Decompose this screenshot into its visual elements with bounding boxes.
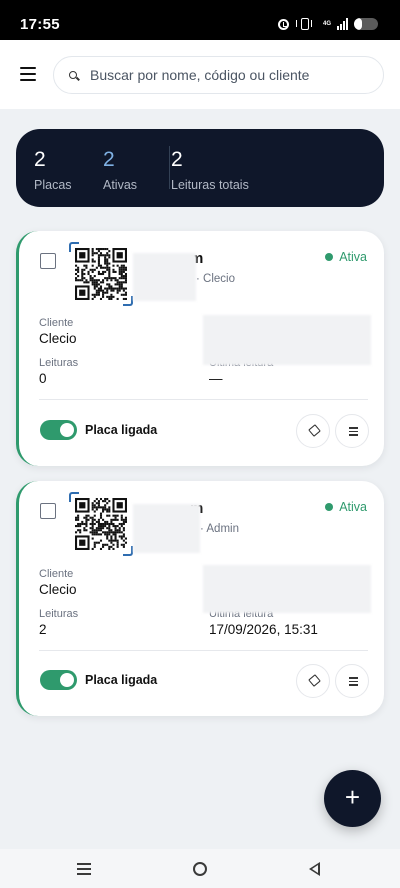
status-time: 17:55 <box>20 16 60 33</box>
menu-icon[interactable] <box>20 67 36 81</box>
edit-button[interactable] <box>296 414 330 448</box>
redacted-area <box>133 253 196 301</box>
signal-icon <box>337 18 348 30</box>
redacted-area <box>203 315 371 365</box>
select-checkbox[interactable] <box>40 503 56 519</box>
stat-ativas: 2 Ativas <box>103 148 137 192</box>
stat-label: Ativas <box>103 178 138 192</box>
qr-code-icon <box>75 248 127 300</box>
plate-owner: · Admin <box>200 523 239 535</box>
status-dot <box>325 253 334 261</box>
select-checkbox[interactable] <box>40 253 56 269</box>
system-nav-bar <box>0 849 400 888</box>
stats-panel: 2 Placas 2 Ativas 2 Leituras totais <box>16 129 384 207</box>
stat-placas: 2 Placas <box>34 148 72 192</box>
toggle-label: Placa ligada <box>85 673 158 687</box>
reads-value: 0 <box>39 371 47 386</box>
status-label: Ativa <box>339 500 367 514</box>
card-divider <box>39 650 368 651</box>
client-value: Clecio <box>39 582 77 597</box>
top-bar <box>0 40 400 109</box>
status-badge: Ativa <box>325 500 367 514</box>
stat-label: Placas <box>34 178 72 192</box>
redacted-area <box>133 504 200 553</box>
alarm-icon <box>277 18 289 30</box>
stat-value: 2 <box>171 148 183 171</box>
vibrate-icon <box>295 18 312 30</box>
add-plate-button[interactable]: + <box>324 770 381 827</box>
battery-icon <box>354 18 378 30</box>
edit-button[interactable] <box>296 664 330 698</box>
stat-label: Leituras totais <box>171 178 249 192</box>
stats-divider <box>169 146 170 189</box>
grid-icon <box>349 427 358 436</box>
network-type: 4G <box>322 21 331 27</box>
toggle-label: Placa ligada <box>85 423 158 437</box>
last-read-value: — <box>209 371 223 386</box>
search-input[interactable] <box>90 65 375 85</box>
status-icons: 4G <box>277 17 378 31</box>
search-icon <box>69 71 77 79</box>
qr-code-icon <box>75 498 127 550</box>
status-dot <box>325 503 334 511</box>
plus-icon: + <box>344 782 361 812</box>
redacted-area <box>203 565 371 613</box>
plate-toggle[interactable] <box>40 670 77 690</box>
card-divider <box>39 399 368 400</box>
status-label: Ativa <box>339 250 367 264</box>
qr-code[interactable] <box>69 492 133 556</box>
status-badge: Ativa <box>325 250 367 264</box>
plate-toggle[interactable] <box>40 420 77 440</box>
plate-card[interactable]: . m · Admin Ativa Cliente Clecio Leitura… <box>16 481 384 716</box>
client-value: Clecio <box>39 331 77 346</box>
reads-value: 2 <box>39 622 47 637</box>
client-label: Cliente <box>39 568 74 580</box>
search-bar[interactable] <box>53 56 384 94</box>
edit-icon <box>308 424 321 437</box>
reads-label: Leituras <box>39 608 79 620</box>
home-icon[interactable] <box>193 862 207 876</box>
stat-value: 2 <box>103 148 115 171</box>
status-bar: 17:55 4G <box>0 0 400 40</box>
edit-icon <box>308 674 321 687</box>
more-button[interactable] <box>335 414 369 448</box>
grid-icon <box>349 677 358 686</box>
last-read-value: 17/09/2026, 15:31 <box>209 622 318 637</box>
plate-owner: · Clecio <box>196 273 235 285</box>
qr-code[interactable] <box>69 242 133 306</box>
stat-leituras: 2 Leituras totais <box>171 148 249 192</box>
back-icon[interactable] <box>309 862 320 876</box>
reads-label: Leituras <box>39 357 79 369</box>
recent-apps-icon[interactable] <box>77 863 91 875</box>
plate-card[interactable]: . m · Clecio Ativa Cliente Clecio Leitur… <box>16 231 384 466</box>
stat-value: 2 <box>34 148 46 171</box>
client-label: Cliente <box>39 317 74 329</box>
more-button[interactable] <box>335 664 369 698</box>
